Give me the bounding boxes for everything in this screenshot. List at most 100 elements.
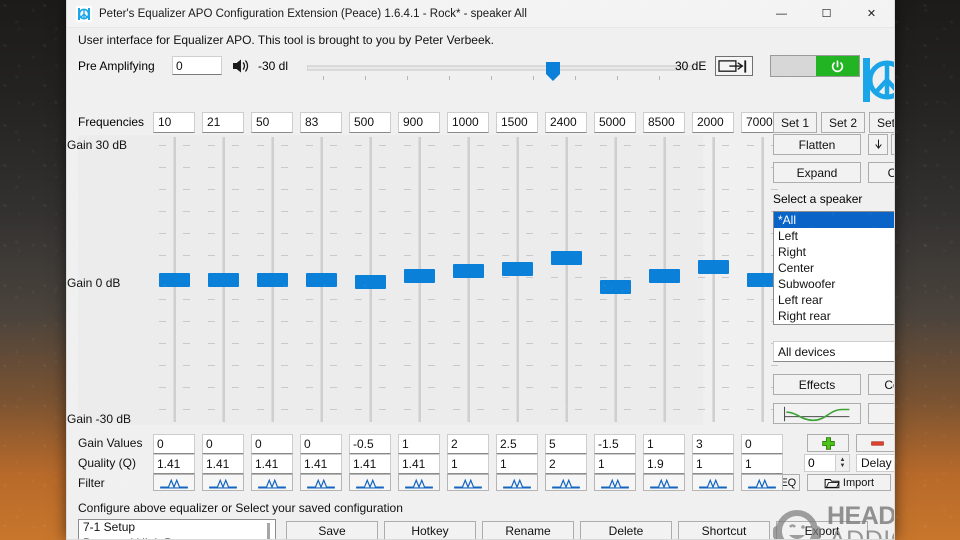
filter-type-button[interactable] [692,474,734,491]
eq-slider-50hz[interactable] [251,135,293,425]
gain-value-input[interactable]: 2.5 [496,434,538,454]
frequency-input[interactable]: 21 [202,112,244,133]
filter-type-button[interactable] [202,474,244,491]
slider-thumb[interactable] [453,264,484,279]
rename-button[interactable]: Rename [482,521,574,539]
gain-value-input[interactable]: 3 [692,434,734,454]
frequency-input[interactable]: 1000 [447,112,489,133]
gain-value-input[interactable]: 1 [643,434,685,454]
quality-value-input[interactable]: 2 [545,454,587,474]
eq-slider-10hz[interactable] [153,135,195,425]
gain-value-input[interactable]: -0.5 [349,434,391,454]
scrollbar-thumb[interactable] [267,523,270,539]
eq-slider-5000hz[interactable] [594,135,636,425]
delay-spinner[interactable]: 0 ▲ ▼ [804,454,850,472]
quality-value-input[interactable]: 1 [496,454,538,474]
slider-track[interactable] [516,137,519,422]
filter-type-button[interactable] [643,474,685,491]
devices-select[interactable]: All devices ▼ [773,341,894,362]
config-list-item[interactable]: Bass and High Boost [79,536,275,539]
preamp-reset-button[interactable] [715,56,753,76]
effects-button[interactable]: Effects [773,374,861,395]
spinner-arrows-icon[interactable]: ▲ ▼ [835,455,849,471]
save-button[interactable]: Save [286,521,378,539]
minimize-button[interactable]: — [759,0,804,28]
slider-thumb[interactable] [698,259,729,274]
set-button-1[interactable]: Set 1 [773,112,817,133]
config-list-item[interactable]: 7-1 Setup [79,520,275,536]
slider-thumb[interactable] [551,250,582,265]
quality-value-input[interactable]: 1.41 [251,454,293,474]
quality-value-input[interactable]: 1.41 [349,454,391,474]
add-band-button[interactable] [807,434,849,452]
frequency-input[interactable]: 10 [153,112,195,133]
hotkey-button[interactable]: Hotkey [384,521,476,539]
quality-value-input[interactable]: 1 [447,454,489,474]
frequency-input[interactable]: 8500 [643,112,685,133]
filter-type-button[interactable] [300,474,342,491]
slider-thumb[interactable] [257,273,288,287]
eq-slider-8500hz[interactable] [643,135,685,425]
frequency-input[interactable]: 5000 [594,112,636,133]
curve-graph-button[interactable] [773,403,861,424]
gain-value-input[interactable]: 1 [398,434,440,454]
frequency-input[interactable]: 2000 [692,112,734,133]
gain-value-input[interactable]: 0 [251,434,293,454]
delay-input[interactable]: Delay ms [856,454,894,472]
eq-slider-2000hz[interactable] [692,135,734,425]
gain-value-input[interactable]: 0 [202,434,244,454]
shortcut-button[interactable]: Shortcut [678,521,770,539]
eq-slider-21hz[interactable] [202,135,244,425]
frequency-input[interactable]: 83 [300,112,342,133]
filter-type-button[interactable] [251,474,293,491]
slider-thumb[interactable] [600,279,631,294]
delete-button[interactable]: Delete [580,521,672,539]
slider-track[interactable] [712,137,715,422]
set-button-3[interactable]: Set 3 [869,112,894,133]
gain-value-input[interactable]: 0 [300,434,342,454]
close-button[interactable]: ✕ [849,0,894,28]
filter-type-button[interactable] [545,474,587,491]
frequency-input[interactable]: 500 [349,112,391,133]
gain-value-input[interactable]: 0 [153,434,195,454]
quality-value-input[interactable]: 1.41 [300,454,342,474]
frequency-input[interactable]: 50 [251,112,293,133]
speaker-list-item[interactable]: Right rear [774,308,894,324]
frequency-input[interactable]: 1500 [496,112,538,133]
set-button-2[interactable]: Set 2 [821,112,865,133]
config-list[interactable]: 7-1 SetupBass and High BoostBass and Hig… [78,519,276,539]
slider-thumb[interactable] [208,273,239,287]
quality-value-input[interactable]: 1 [594,454,636,474]
slider-thumb[interactable] [159,273,190,287]
filter-type-button[interactable] [496,474,538,491]
slider-thumb[interactable] [404,268,435,283]
eq-slider-500hz[interactable] [349,135,391,425]
export-button[interactable]: Export [776,521,868,539]
gain-value-input[interactable]: -1.5 [594,434,636,454]
slider-thumb[interactable] [649,268,680,283]
power-toggle[interactable] [770,55,860,77]
preamp-slider[interactable] [307,62,692,82]
speaker-list-item[interactable]: Subwoofer [774,276,894,292]
eq-slider-900hz[interactable] [398,135,440,425]
gain-value-input[interactable]: 0 [741,434,783,454]
frequency-input[interactable]: 2400 [545,112,587,133]
slider-thumb[interactable] [502,261,533,276]
slider-thumb[interactable] [355,275,386,290]
gain-value-input[interactable]: 5 [545,434,587,454]
filter-type-button[interactable] [398,474,440,491]
slider-track[interactable] [467,137,470,422]
shift-up-button[interactable] [891,134,894,155]
speaker-list-item[interactable]: Center [774,260,894,276]
filter-type-button[interactable] [349,474,391,491]
eq-slider-2400hz[interactable] [545,135,587,425]
filter-type-button[interactable] [594,474,636,491]
eq-slider-1000hz[interactable] [447,135,489,425]
quality-value-input[interactable]: 1.9 [643,454,685,474]
gain-value-input[interactable]: 2 [447,434,489,454]
quality-value-input[interactable]: 1 [692,454,734,474]
speaker-list-item[interactable]: Left [774,228,894,244]
filter-type-button[interactable] [153,474,195,491]
commands-button[interactable]: Commands [868,374,894,395]
slider-thumb[interactable] [306,273,337,287]
